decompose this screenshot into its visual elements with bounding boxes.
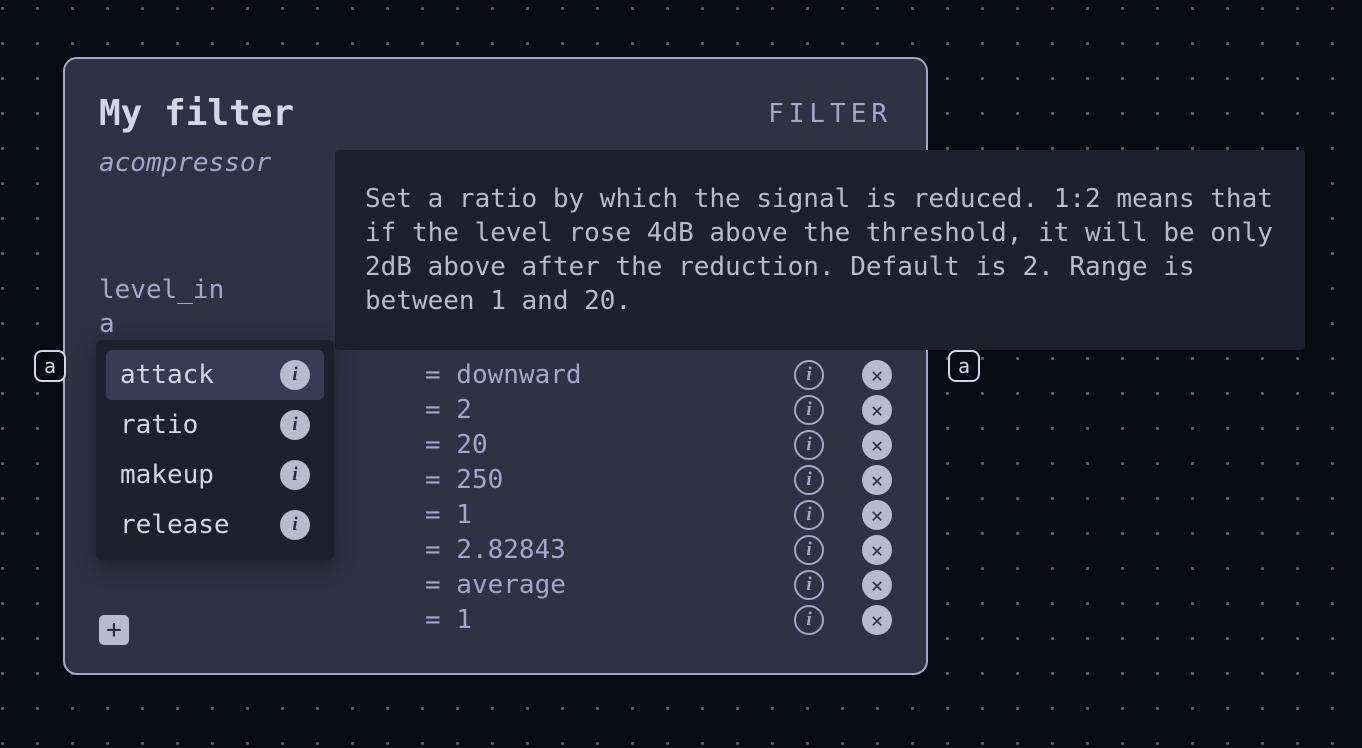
card-type-label: FILTER [768,99,892,129]
info-icon[interactable]: i [280,360,310,390]
param-value: = 2 [425,395,472,425]
card-header: My filter FILTER [99,93,892,134]
info-icon[interactable]: i [794,430,824,460]
param-row: = averagei✕ [99,567,892,602]
dropdown-item-label: ratio [120,410,198,440]
param-row-actions: i✕ [794,395,892,425]
delete-param-icon[interactable]: ✕ [862,430,892,460]
info-icon[interactable]: i [794,360,824,390]
plus-icon: + [106,617,122,643]
param-value: = 20 [425,430,488,460]
param-value: = 250 [425,465,503,495]
info-icon[interactable]: i [280,510,310,540]
param-value: = downward [425,360,582,390]
param-help-tooltip: Set a ratio by which the signal is reduc… [335,150,1305,350]
card-title: My filter [99,93,294,134]
add-param-button[interactable]: + [99,615,129,645]
delete-param-icon[interactable]: ✕ [862,395,892,425]
dropdown-item[interactable]: ratio i [106,400,324,450]
dropdown-item-label: release [120,510,230,540]
handle-label: a [44,354,56,378]
param-row-actions: i✕ [794,465,892,495]
handle-label: a [958,354,970,378]
param-value: = 1 [425,605,472,635]
delete-param-icon[interactable]: ✕ [862,500,892,530]
delete-param-icon[interactable]: ✕ [862,360,892,390]
info-icon[interactable]: i [794,395,824,425]
param-row-actions: i✕ [794,570,892,600]
dropdown-item-label: makeup [120,460,214,490]
param-row-actions: i✕ [794,500,892,530]
info-icon[interactable]: i [794,535,824,565]
param-autocomplete-dropdown[interactable]: attack i ratio i makeup i release i [96,340,334,560]
info-icon[interactable]: i [794,500,824,530]
delete-param-icon[interactable]: ✕ [862,535,892,565]
param-value: = average [425,570,566,600]
param-value: = 2.82843 [425,535,566,565]
info-icon[interactable]: i [280,460,310,490]
param-row: = 1i✕ [99,602,892,637]
dropdown-item[interactable]: release i [106,500,324,550]
param-row-actions: i✕ [794,605,892,635]
info-icon[interactable]: i [280,410,310,440]
info-icon[interactable]: i [794,570,824,600]
dropdown-item[interactable]: makeup i [106,450,324,500]
param-value: = 1 [425,500,472,530]
tooltip-text: Set a ratio by which the signal is reduc… [365,184,1273,316]
dropdown-item[interactable]: attack i [106,350,324,400]
delete-param-icon[interactable]: ✕ [862,605,892,635]
delete-param-icon[interactable]: ✕ [862,465,892,495]
node-input-handle[interactable]: a [34,350,66,382]
delete-param-icon[interactable]: ✕ [862,570,892,600]
info-icon[interactable]: i [794,465,824,495]
dropdown-item-label: attack [120,360,214,390]
info-icon[interactable]: i [794,605,824,635]
param-row-actions: i✕ [794,430,892,460]
param-row-actions: i✕ [794,360,892,390]
node-output-handle[interactable]: a [948,350,980,382]
param-row-actions: i✕ [794,535,892,565]
